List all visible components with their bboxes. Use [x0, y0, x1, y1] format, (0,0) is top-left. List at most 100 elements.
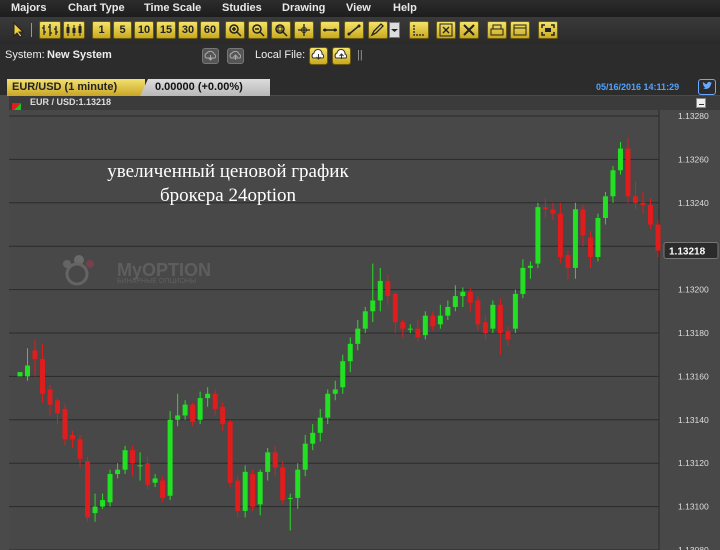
menu-item-drawing[interactable]: Drawing	[282, 2, 325, 14]
pencil-icon	[370, 23, 384, 37]
candle	[362, 306, 368, 333]
candle-body	[302, 443, 308, 470]
system-name[interactable]: New System	[47, 49, 112, 61]
zoom-in-button[interactable]	[225, 21, 245, 39]
zoom-out-icon	[252, 24, 265, 37]
toolbar-separator: ||	[357, 49, 363, 61]
minimize-pane-button[interactable]	[696, 98, 706, 108]
candle	[325, 389, 331, 425]
crosshair-icon	[298, 24, 310, 36]
candle-body	[415, 328, 421, 338]
candle-body	[595, 217, 601, 258]
timescale-1-button[interactable]: 1	[92, 21, 111, 39]
drawing-dropdown[interactable]	[389, 22, 400, 38]
properties-button[interactable]	[510, 21, 530, 39]
measure-button[interactable]	[409, 21, 429, 39]
candle-body	[460, 291, 466, 297]
menu-item-view[interactable]: View	[346, 2, 371, 14]
candle	[505, 326, 511, 347]
candle	[460, 287, 466, 307]
candle-body	[242, 471, 248, 511]
candle-body	[452, 296, 458, 307]
bar-chart-button[interactable]	[39, 21, 61, 39]
timescale-30-button[interactable]: 30	[178, 21, 198, 39]
candle	[565, 250, 571, 279]
print-button[interactable]	[487, 21, 507, 39]
candle-body	[625, 148, 631, 197]
system-download-button[interactable]	[202, 48, 219, 64]
candle-body	[550, 209, 556, 214]
candlestick-button[interactable]	[63, 21, 85, 39]
chart-settings-button[interactable]	[698, 79, 716, 95]
timescale-10-button[interactable]: 10	[134, 21, 154, 39]
local-file-download-button[interactable]	[309, 47, 328, 65]
crosshair-button[interactable]	[294, 21, 314, 39]
candle-body	[655, 224, 661, 251]
system-upload-button[interactable]	[227, 48, 244, 64]
candle-body	[332, 389, 338, 394]
menu-item-majors[interactable]: Majors	[11, 2, 46, 14]
tab-change[interactable]: 0.00000 (+0.00%)	[140, 79, 270, 96]
menu-item-studies[interactable]: Studies	[222, 2, 262, 14]
pencil-button[interactable]	[368, 21, 388, 39]
candle-body	[557, 213, 563, 258]
tab-symbol[interactable]: EUR/USD (1 minute)	[7, 79, 145, 96]
y-tick-label: 1.13280	[678, 111, 709, 121]
candle	[287, 493, 293, 531]
candle	[490, 300, 496, 333]
horizontal-line-button[interactable]	[320, 21, 340, 39]
candle-body	[475, 300, 481, 325]
trend-line-button[interactable]	[344, 21, 364, 39]
cursor-icon[interactable]	[12, 21, 26, 38]
zoom-fit-button[interactable]	[271, 21, 291, 39]
timescale-60-button[interactable]: 60	[200, 21, 220, 39]
y-tick-label: 1.13200	[678, 285, 709, 295]
candle	[122, 445, 128, 475]
candle-body	[527, 265, 533, 268]
cloud-upload-icon	[229, 50, 242, 60]
candle-body	[152, 478, 158, 483]
candle	[220, 402, 226, 431]
timescale-15-button[interactable]: 15	[156, 21, 176, 39]
menu-item-chart-type[interactable]: Chart Type	[68, 2, 125, 14]
candle	[415, 319, 421, 342]
candle	[385, 274, 391, 305]
timescale-5-button[interactable]: 5	[113, 21, 132, 39]
candle	[130, 445, 136, 477]
candle	[557, 202, 563, 264]
candle-body	[377, 280, 383, 301]
candle-body	[272, 452, 278, 468]
candle	[175, 393, 181, 427]
zoom-fit-icon	[275, 24, 288, 37]
menu-item-time-scale[interactable]: Time Scale	[144, 2, 201, 14]
delete-all-button[interactable]	[459, 21, 479, 39]
price-chart[interactable]: 1.132801.132601.132401.132201.132001.131…	[9, 110, 720, 550]
legend-text: EUR / USD:1.13218	[30, 97, 112, 107]
fullscreen-button[interactable]	[538, 21, 558, 39]
candle-body	[520, 267, 526, 294]
chevron-down-icon	[391, 29, 398, 32]
candlestick-icon	[66, 24, 82, 36]
candle	[227, 419, 233, 488]
series-color-icon	[12, 99, 21, 112]
y-tick-label: 1.13160	[678, 371, 709, 381]
candle	[520, 259, 526, 299]
candle	[137, 452, 143, 481]
candle-body	[122, 450, 128, 470]
zoom-out-button[interactable]	[248, 21, 268, 39]
candle-body	[580, 209, 586, 236]
candle-body	[445, 306, 451, 316]
candle-body	[257, 471, 263, 505]
candle-body	[610, 170, 616, 197]
candle-body	[355, 328, 361, 344]
candle-body	[77, 439, 83, 459]
menu-item-help[interactable]: Help	[393, 2, 417, 14]
candle-body	[407, 328, 413, 330]
candle-body	[167, 419, 173, 496]
cloud-download-icon	[204, 50, 217, 61]
local-file-upload-button[interactable]	[332, 47, 351, 65]
candle-body	[190, 404, 196, 422]
delete-selected-button[interactable]	[436, 21, 456, 39]
zoom-in-icon	[229, 24, 242, 37]
candle-body	[430, 315, 436, 327]
